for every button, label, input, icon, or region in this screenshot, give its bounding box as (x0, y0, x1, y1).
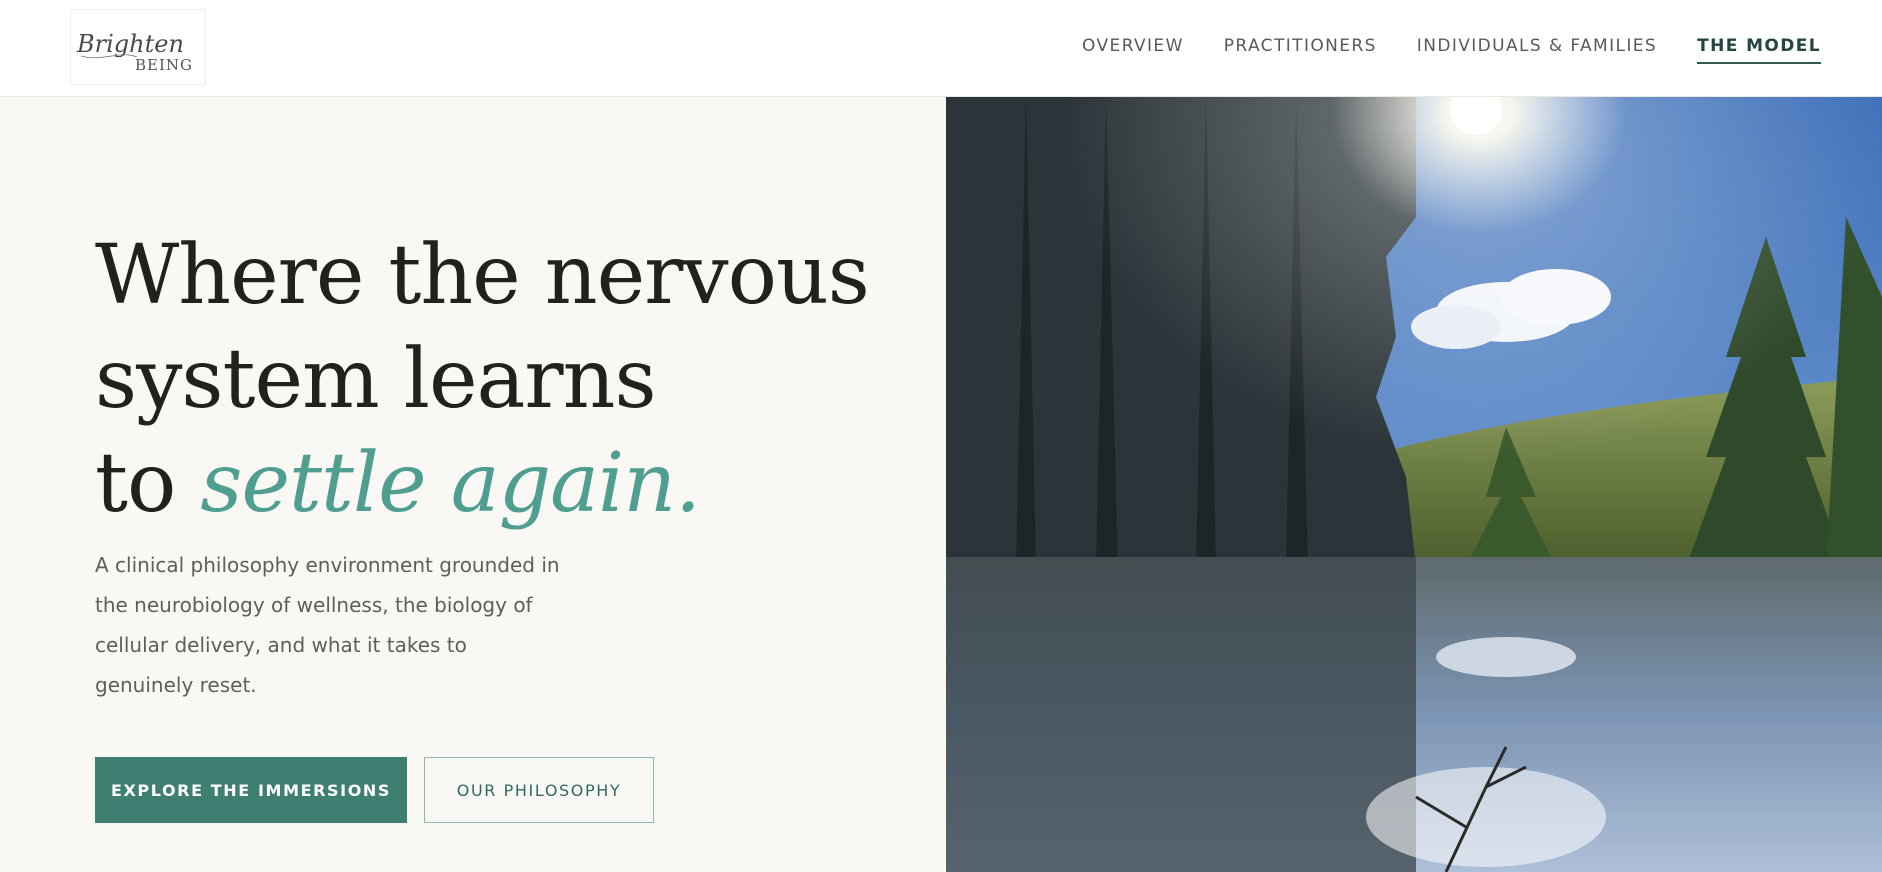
nav-individuals-families[interactable]: INDIVIDUALS & FAMILIES (1417, 36, 1657, 64)
hero-description: A clinical philosophy environment ground… (95, 553, 560, 697)
svg-text:BEING: BEING (135, 56, 193, 74)
forest-pond-photo-icon (946, 97, 1882, 872)
hero-text-panel: Where the nervous system learns to settl… (0, 97, 946, 872)
our-philosophy-button[interactable]: OUR PHILOSOPHY (424, 757, 654, 823)
nav-overview[interactable]: OVERVIEW (1082, 36, 1184, 64)
hero-headline: Where the nervous system learns to settl… (95, 224, 935, 536)
hero-photo (946, 97, 1882, 872)
nav-practitioners[interactable]: PRACTITIONERS (1224, 36, 1377, 64)
nav-the-model[interactable]: THE MODEL (1697, 36, 1821, 64)
brand-logo[interactable]: Brighten BEING (70, 9, 206, 85)
headline-line-3-prefix: to (95, 436, 176, 531)
site-header: Brighten BEING OVERVIEW PRACTITIONERS IN… (0, 0, 1882, 97)
explore-immersions-button[interactable]: EXPLORE THE IMMERSIONS (95, 757, 407, 823)
main-nav: OVERVIEW PRACTITIONERS INDIVIDUALS & FAM… (1082, 36, 1821, 64)
brighten-being-logo-icon: Brighten BEING (76, 30, 193, 74)
headline-accent: settle again. (200, 436, 701, 531)
svg-text:Brighten: Brighten (76, 30, 184, 58)
headline-line-2: system learns (95, 332, 657, 427)
headline-line-1: Where the nervous (95, 228, 870, 323)
